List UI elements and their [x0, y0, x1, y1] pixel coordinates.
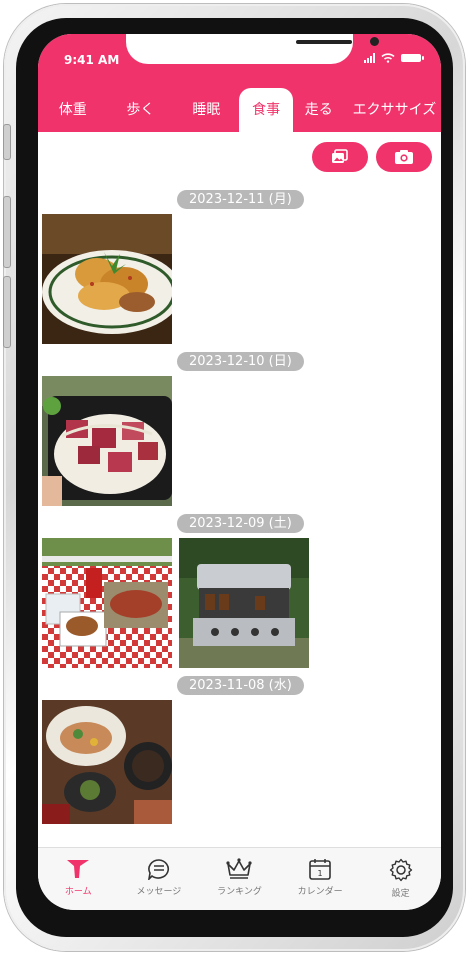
nav-label: 設定 — [391, 889, 410, 899]
message-icon — [147, 859, 169, 880]
bottom-tab-bar: ホーム メッセージ ランキング 1 カレンダー 設定 — [38, 847, 441, 910]
battery-icon — [401, 54, 424, 62]
camera-button[interactable] — [376, 142, 432, 172]
tab-walk[interactable]: 歩く — [107, 88, 173, 132]
bbq-grill-image — [179, 538, 309, 668]
nav-label: ホーム — [64, 887, 92, 897]
meal-photo[interactable] — [42, 214, 172, 344]
date-label: 2023-12-10 (日) — [177, 352, 304, 371]
nav-settings[interactable]: 設定 — [360, 848, 441, 910]
volume-down-button — [3, 276, 11, 348]
camera-icon — [395, 150, 413, 164]
date-label: 2023-12-11 (月) — [177, 190, 304, 209]
notch — [126, 34, 379, 64]
tab-meal[interactable]: 食事 — [239, 88, 293, 132]
image-stack-icon — [332, 149, 348, 163]
meal-photo[interactable] — [179, 538, 309, 668]
nav-label: カレンダー — [297, 887, 343, 897]
nav-label: ランキング — [217, 887, 262, 897]
meal-timeline: 2023-12-11 (月) 2023-12-10 (日) 2023-12-09… — [38, 132, 441, 864]
meal-photo[interactable] — [42, 538, 172, 668]
meal-photo[interactable] — [42, 376, 172, 506]
japanese-set-meal-image — [42, 700, 172, 824]
wifi-icon — [381, 53, 395, 63]
poke-bowl-image — [42, 376, 172, 506]
signal-icon — [364, 53, 375, 63]
app-header: 9:41 AM 体重 歩く 睡眠 食事 走る エクササイズ — [38, 34, 441, 132]
speaker — [296, 40, 352, 44]
tab-exercise[interactable]: エクササイズ — [345, 88, 441, 132]
status-icons — [364, 53, 424, 63]
picnic-table-food-image — [42, 538, 172, 668]
nav-calendar[interactable]: 1 カレンダー — [280, 848, 361, 910]
nav-messages[interactable]: メッセージ — [119, 848, 200, 910]
calendar-icon: 1 — [309, 859, 331, 880]
date-label: 2023-12-09 (土) — [177, 514, 304, 533]
category-tabs: 体重 歩く 睡眠 食事 走る エクササイズ — [38, 82, 441, 132]
mute-switch — [3, 124, 11, 160]
volume-up-button — [3, 196, 11, 268]
app-screen: 9:41 AM 体重 歩く 睡眠 食事 走る エクササイズ 2023-12-11… — [38, 34, 441, 910]
status-time: 9:41 AM — [64, 53, 120, 67]
nav-ranking[interactable]: ランキング — [199, 848, 280, 910]
tab-sleep[interactable]: 睡眠 — [173, 88, 239, 132]
crown-icon — [226, 858, 253, 879]
svg-text:1: 1 — [318, 869, 323, 878]
gear-icon — [389, 858, 412, 882]
nav-label: メッセージ — [136, 887, 182, 897]
front-camera — [370, 37, 379, 46]
fried-chicken-plate-image — [42, 214, 172, 344]
meal-photo[interactable] — [42, 700, 172, 824]
tab-weight[interactable]: 体重 — [38, 88, 107, 132]
gallery-button[interactable] — [312, 142, 368, 172]
home-arrow-icon — [67, 860, 90, 878]
tab-run[interactable]: 走る — [293, 88, 345, 132]
date-label: 2023-11-08 (水) — [177, 676, 304, 695]
nav-home[interactable]: ホーム — [38, 848, 119, 910]
